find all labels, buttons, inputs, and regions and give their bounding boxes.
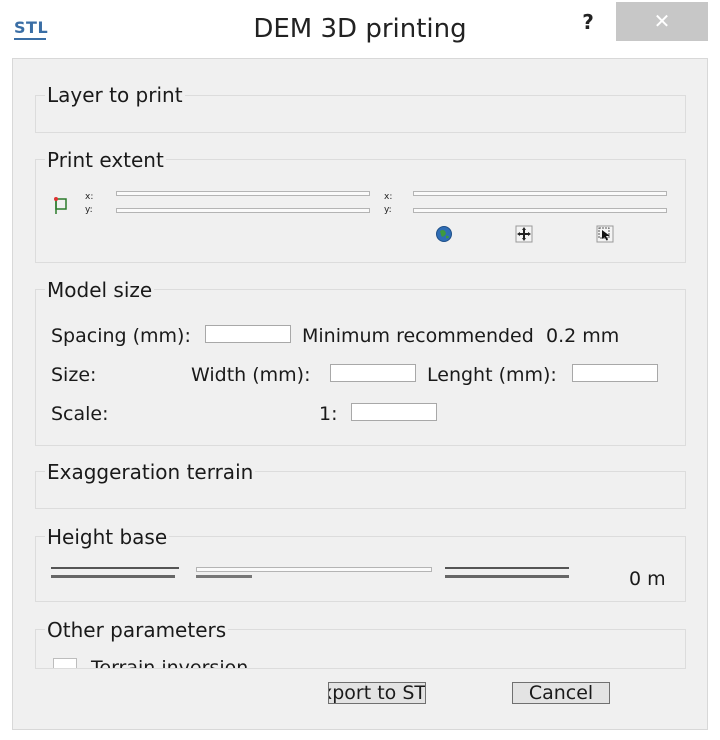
y-max-field[interactable] — [413, 208, 667, 213]
svg-text:x:: x: — [85, 192, 93, 202]
height-base-ticks-clipped — [196, 575, 252, 578]
x-max-y-max-labels: x: y: — [384, 192, 392, 214]
height-base-left-label-clipped — [51, 567, 179, 578]
minimum-recommended-value: 0.2 mm — [546, 325, 620, 347]
spacing-input[interactable] — [205, 325, 291, 343]
extent-from-layer-icon[interactable] — [435, 225, 453, 243]
height-base-value: 0 m — [629, 568, 666, 590]
terrain-inversion-row: Terrain inversion — [49, 653, 309, 668]
scale-label: Scale: — [51, 403, 109, 425]
print-extent-title: Print extent — [45, 148, 166, 172]
x-min-y-min-labels: x: y: — [85, 192, 93, 214]
length-label: Lenght (mm): — [427, 364, 557, 386]
model-size-title: Model size — [45, 278, 155, 302]
height-base-title: Height base — [45, 525, 170, 549]
close-button[interactable]: ✕ — [616, 2, 708, 41]
height-base-right-label-clipped — [445, 567, 569, 578]
minimum-recommended-label: Minimum recommended — [302, 325, 534, 347]
export-to-stl-label: Export to STL — [329, 682, 426, 704]
width-label: Width (mm): — [191, 364, 311, 386]
select-extent-icon[interactable] — [596, 225, 614, 243]
title-bar: STL DEM 3D printing ? ✕ — [0, 0, 720, 56]
x-max-field[interactable] — [413, 191, 667, 196]
other-parameters-title: Other parameters — [45, 618, 229, 642]
cancel-button[interactable]: Cancel — [512, 682, 610, 704]
pan-extent-icon[interactable] — [515, 225, 533, 243]
x-min-field[interactable] — [116, 191, 370, 196]
export-to-stl-button[interactable]: Export to STL — [328, 682, 426, 704]
y-min-field[interactable] — [116, 208, 370, 213]
exaggeration-terrain-title: Exaggeration terrain — [45, 460, 256, 484]
size-label: Size: — [51, 364, 97, 386]
extent-bounds-icon — [54, 197, 67, 214]
scale-prefix: 1: — [319, 403, 338, 425]
help-button[interactable]: ? — [570, 6, 606, 38]
length-input[interactable] — [572, 364, 658, 382]
scale-input[interactable] — [351, 403, 437, 421]
svg-text:x:: x: — [384, 192, 392, 202]
window-title: DEM 3D printing — [253, 14, 467, 44]
width-input[interactable] — [330, 364, 416, 382]
svg-text:y:: y: — [384, 205, 392, 214]
svg-text:y:: y: — [85, 205, 93, 214]
height-base-slider[interactable] — [196, 567, 432, 572]
layer-to-print-title: Layer to print — [45, 83, 185, 107]
terrain-inversion-checkbox[interactable] — [53, 658, 77, 668]
terrain-inversion-label: Terrain inversion — [91, 657, 249, 668]
dialog-body: Layer to print Print extent x: y: x: y: … — [12, 58, 708, 730]
spacing-label: Spacing (mm): — [51, 325, 191, 347]
